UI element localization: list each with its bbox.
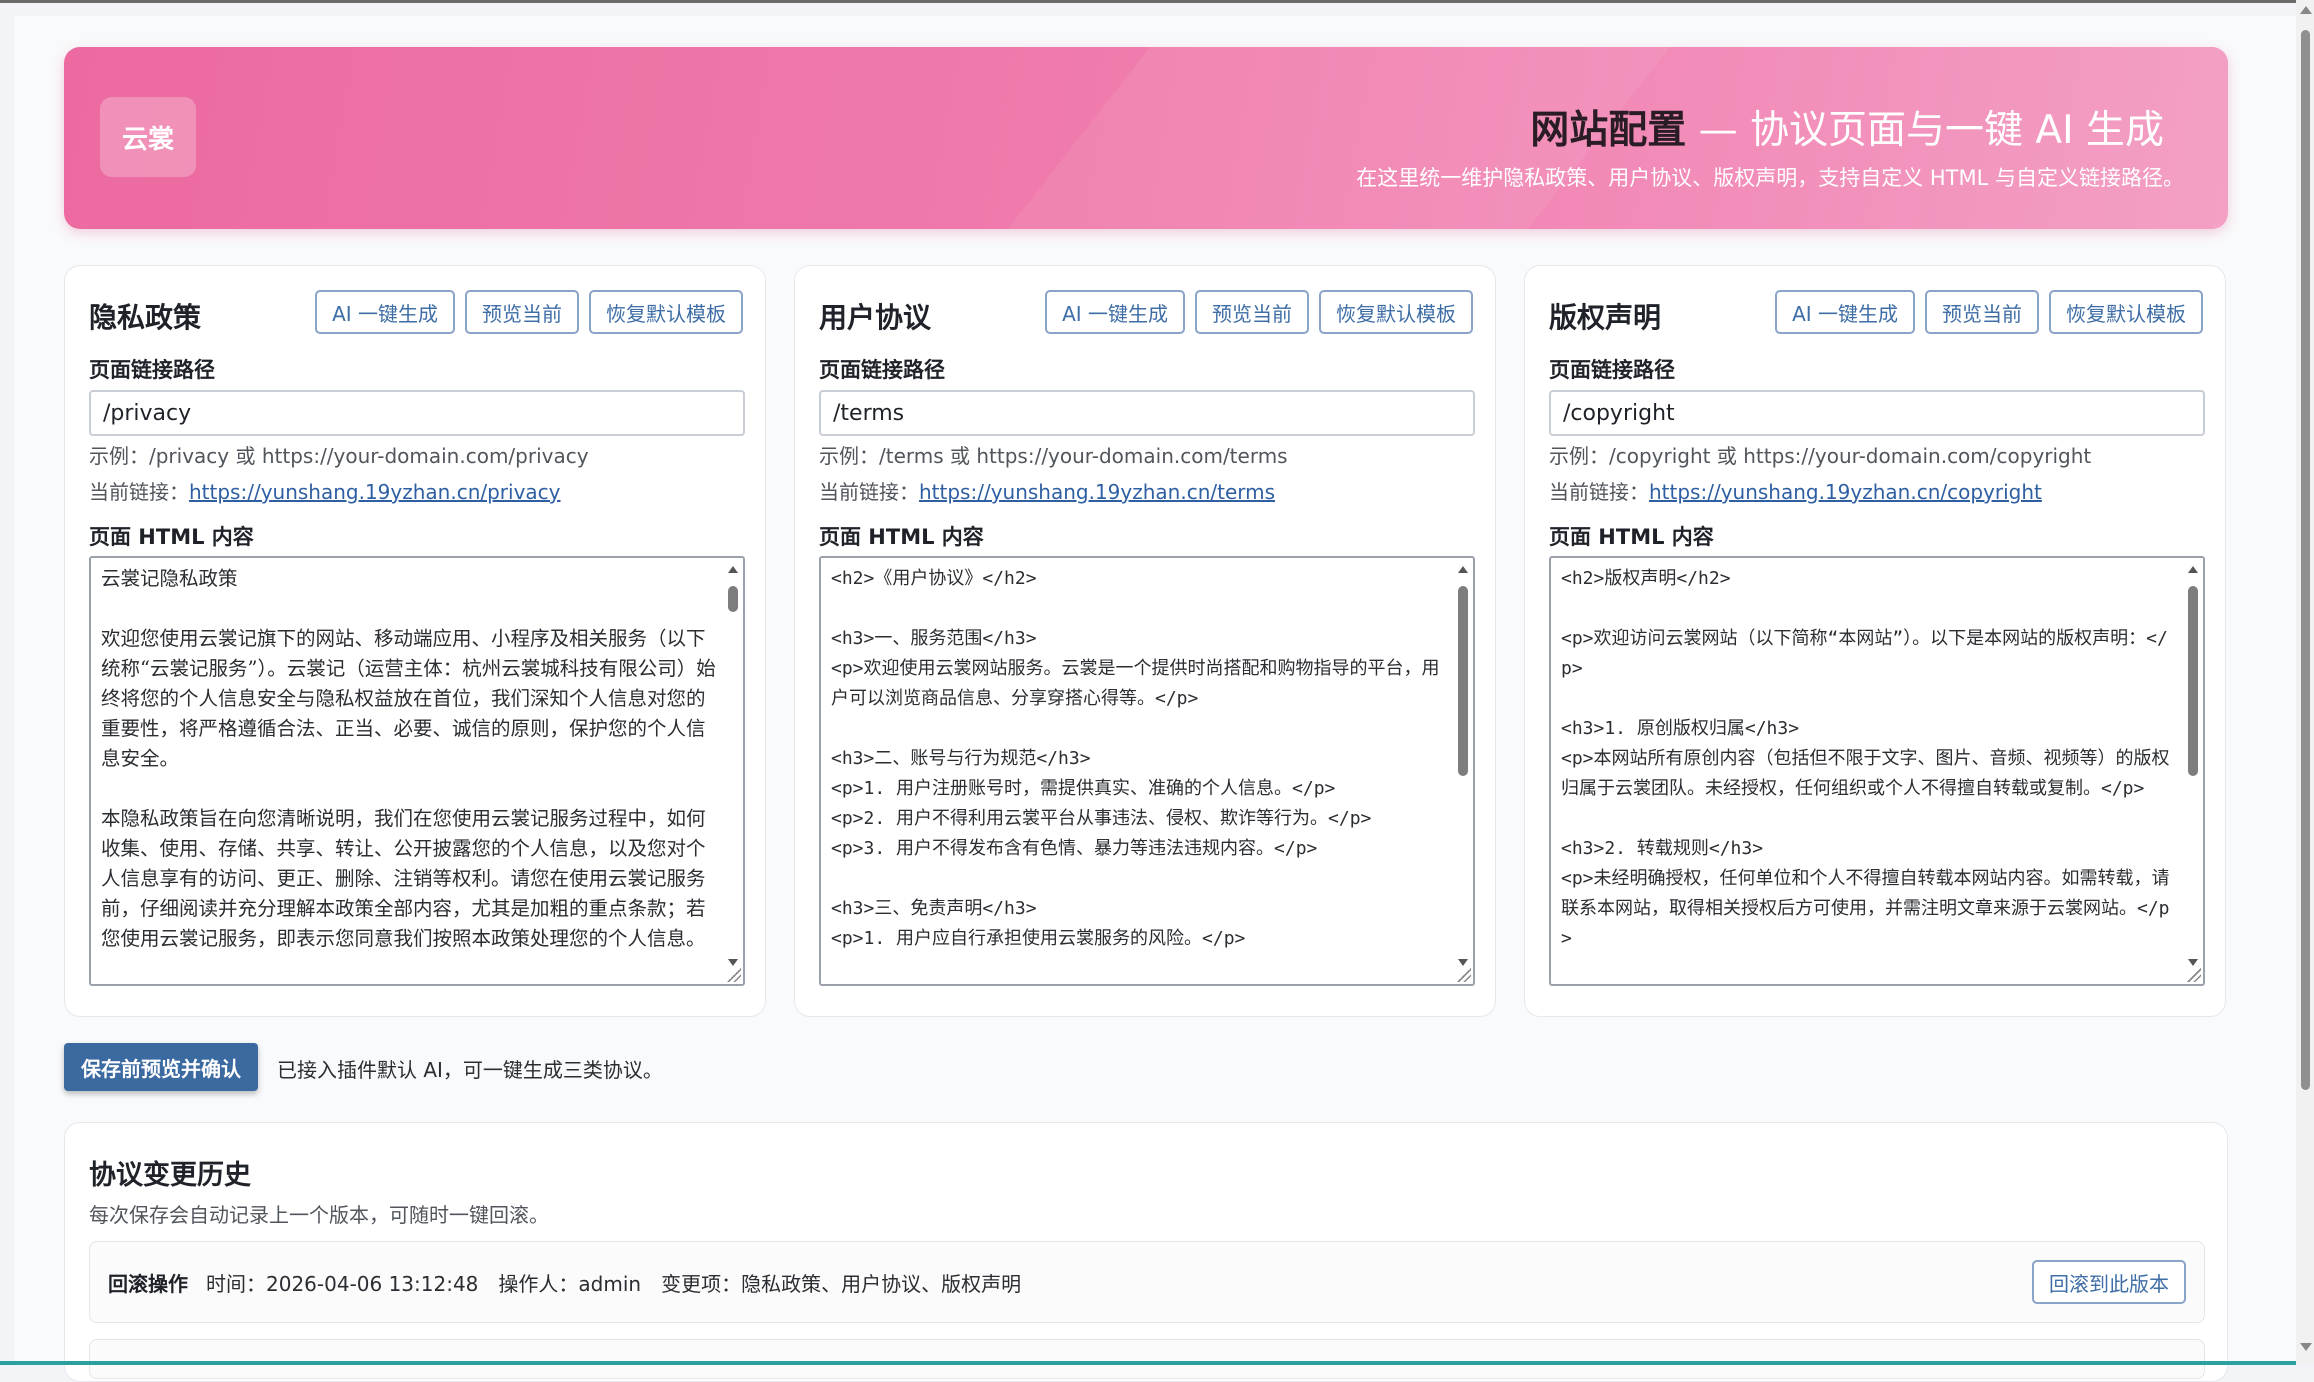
- privacy-scroll-thumb[interactable]: [728, 586, 738, 612]
- copyright-path-label: 页面链接路径: [1549, 358, 1675, 382]
- terms-card-actions: AI 一键生成 预览当前 恢复默认模板: [1045, 290, 1473, 334]
- rollback-button[interactable]: 回滚到此版本: [2032, 1260, 2186, 1304]
- scroll-down-arrow-icon[interactable]: [728, 959, 738, 966]
- privacy-card-title: 隐私政策: [89, 301, 202, 334]
- history-row-action: 回滚操作: [108, 1272, 188, 1296]
- terms-path-hint: 示例：/terms 或 https://your-domain.com/term…: [819, 444, 1288, 468]
- terms-card-title: 用户协议: [819, 301, 932, 334]
- terms-html-textarea[interactable]: <h2>《用户协议》</h2> <h3>一、服务范围</h3> <p>欢迎使用云…: [819, 556, 1475, 986]
- copyright-textarea-scrollbar[interactable]: [2185, 560, 2201, 968]
- terms-current-link-row: 当前链接：https://yunshang.19yzhan.cn/terms: [819, 476, 1275, 505]
- copyright-ai-generate-button[interactable]: AI 一键生成: [1775, 290, 1915, 334]
- resize-grip-icon[interactable]: [727, 968, 741, 982]
- terms-html-content: <h2>《用户协议》</h2> <h3>一、服务范围</h3> <p>欢迎使用云…: [831, 568, 1440, 949]
- resize-grip-icon[interactable]: [1457, 968, 1471, 982]
- page-title-bold: 网站配置: [1530, 108, 1687, 153]
- scroll-up-arrow-icon[interactable]: [728, 566, 738, 573]
- privacy-html-label: 页面 HTML 内容: [89, 525, 254, 549]
- privacy-card: 隐私政策 AI 一键生成 预览当前 恢复默认模板 页面链接路径 /privacy…: [64, 265, 766, 1017]
- history-row: 回滚操作 时间：2026-04-06 13:12:48 操作人：admin 变更项：隐…: [89, 1241, 2205, 1323]
- history-row-time: 时间：2026-04-06 13:12:48: [206, 1272, 479, 1296]
- copyright-current-link[interactable]: https://yunshang.19yzhan.cn/copyright: [1649, 480, 2042, 504]
- copyright-html-content: <h2>版权声明</h2> <p>欢迎访问云裳网站（以下简称“本网站”）。以下是…: [1561, 568, 2170, 949]
- copyright-html-label: 页面 HTML 内容: [1549, 525, 1714, 549]
- scroll-down-arrow-icon[interactable]: [2188, 959, 2198, 966]
- copyright-reset-template-button[interactable]: 恢复默认模板: [2049, 290, 2203, 334]
- history-row-changes: 变更项：隐私政策、用户协议、版权声明: [661, 1272, 1022, 1296]
- privacy-current-link-label: 当前链接：: [89, 480, 189, 504]
- page-title-rest: — 协议页面与一键 AI 生成: [1686, 108, 2164, 153]
- scroll-up-arrow-icon[interactable]: [2188, 566, 2198, 573]
- copyright-card-title: 版权声明: [1549, 301, 1662, 334]
- privacy-preview-button[interactable]: 预览当前: [465, 290, 579, 334]
- save-preview-confirm-button[interactable]: 保存前预览并确认: [64, 1043, 258, 1091]
- privacy-current-link-row: 当前链接：https://yunshang.19yzhan.cn/privacy: [89, 476, 561, 505]
- terms-path-label: 页面链接路径: [819, 358, 945, 382]
- copyright-card-actions: AI 一键生成 预览当前 恢复默认模板: [1775, 290, 2203, 334]
- page-scroll-up-arrow-icon[interactable]: [2300, 6, 2312, 14]
- page-header: 云裳 网站配置 — 协议页面与一键 AI 生成 在这里统一维护隐私政策、用户协议…: [64, 47, 2228, 229]
- history-row-info: 回滚操作 时间：2026-04-06 13:12:48 操作人：admin 变更项：隐…: [108, 1268, 1041, 1297]
- copyright-card: 版权声明 AI 一键生成 预览当前 恢复默认模板 页面链接路径 /copyrig…: [1524, 265, 2226, 1017]
- terms-path-input[interactable]: /terms: [819, 390, 1475, 436]
- page-title: 网站配置 — 协议页面与一键 AI 生成: [1530, 99, 2164, 155]
- window-bottom-border: [0, 1361, 2296, 1365]
- privacy-path-input[interactable]: /privacy: [89, 390, 745, 436]
- terms-reset-template-button[interactable]: 恢复默认模板: [1319, 290, 1473, 334]
- history-row-next: [89, 1339, 2205, 1379]
- site-logo: 云裳: [100, 97, 196, 177]
- privacy-ai-generate-button[interactable]: AI 一键生成: [315, 290, 455, 334]
- copyright-current-link-row: 当前链接：https://yunshang.19yzhan.cn/copyrig…: [1549, 476, 2042, 505]
- ai-status-note: 已接入插件默认 AI，可一键生成三类协议。: [277, 1058, 663, 1082]
- history-title: 协议变更历史: [89, 1160, 251, 1191]
- page-scroll-thumb[interactable]: [2301, 30, 2310, 1090]
- page-subtitle: 在这里统一维护隐私政策、用户协议、版权声明，支持自定义 HTML 与自定义链接路…: [1356, 166, 2184, 190]
- privacy-html-textarea[interactable]: 云裳记隐私政策 欢迎您使用云裳记旗下的网站、移动端应用、小程序及相关服务（以下统…: [89, 556, 745, 986]
- privacy-path-hint: 示例：/privacy 或 https://your-domain.com/pr…: [89, 444, 589, 468]
- scroll-up-arrow-icon[interactable]: [1458, 566, 1468, 573]
- copyright-path-input[interactable]: /copyright: [1549, 390, 2205, 436]
- privacy-current-link[interactable]: https://yunshang.19yzhan.cn/privacy: [189, 480, 561, 504]
- scroll-down-arrow-icon[interactable]: [1458, 959, 1468, 966]
- copyright-path-hint: 示例：/copyright 或 https://your-domain.com/…: [1549, 444, 2092, 468]
- resize-grip-icon[interactable]: [2187, 968, 2201, 982]
- privacy-card-actions: AI 一键生成 预览当前 恢复默认模板: [315, 290, 743, 334]
- copyright-html-textarea[interactable]: <h2>版权声明</h2> <p>欢迎访问云裳网站（以下简称“本网站”）。以下是…: [1549, 556, 2205, 986]
- history-card: 协议变更历史 每次保存会自动记录上一个版本，可随时一键回滚。 回滚操作 时间：20…: [64, 1122, 2228, 1382]
- page-scroll-down-arrow-icon[interactable]: [2300, 1343, 2312, 1351]
- terms-ai-generate-button[interactable]: AI 一键生成: [1045, 290, 1185, 334]
- window-top-border: [0, 0, 2314, 3]
- terms-textarea-scrollbar[interactable]: [1455, 560, 1471, 968]
- privacy-path-label: 页面链接路径: [89, 358, 215, 382]
- copyright-current-link-label: 当前链接：: [1549, 480, 1649, 504]
- privacy-html-content: 云裳记隐私政策 欢迎您使用云裳记旗下的网站、移动端应用、小程序及相关服务（以下统…: [101, 567, 716, 950]
- terms-scroll-thumb[interactable]: [1458, 586, 1468, 776]
- page-scrollbar[interactable]: [2296, 0, 2314, 1365]
- terms-preview-button[interactable]: 预览当前: [1195, 290, 1309, 334]
- copyright-scroll-thumb[interactable]: [2188, 586, 2198, 776]
- terms-card: 用户协议 AI 一键生成 预览当前 恢复默认模板 页面链接路径 /terms 示…: [794, 265, 1496, 1017]
- terms-current-link-label: 当前链接：: [819, 480, 919, 504]
- copyright-preview-button[interactable]: 预览当前: [1925, 290, 2039, 334]
- terms-html-label: 页面 HTML 内容: [819, 525, 984, 549]
- privacy-reset-template-button[interactable]: 恢复默认模板: [589, 290, 743, 334]
- history-row-operator: 操作人：admin: [498, 1272, 642, 1296]
- history-description: 每次保存会自动记录上一个版本，可随时一键回滚。: [89, 1203, 549, 1227]
- terms-current-link[interactable]: https://yunshang.19yzhan.cn/terms: [919, 480, 1275, 504]
- privacy-textarea-scrollbar[interactable]: [725, 560, 741, 968]
